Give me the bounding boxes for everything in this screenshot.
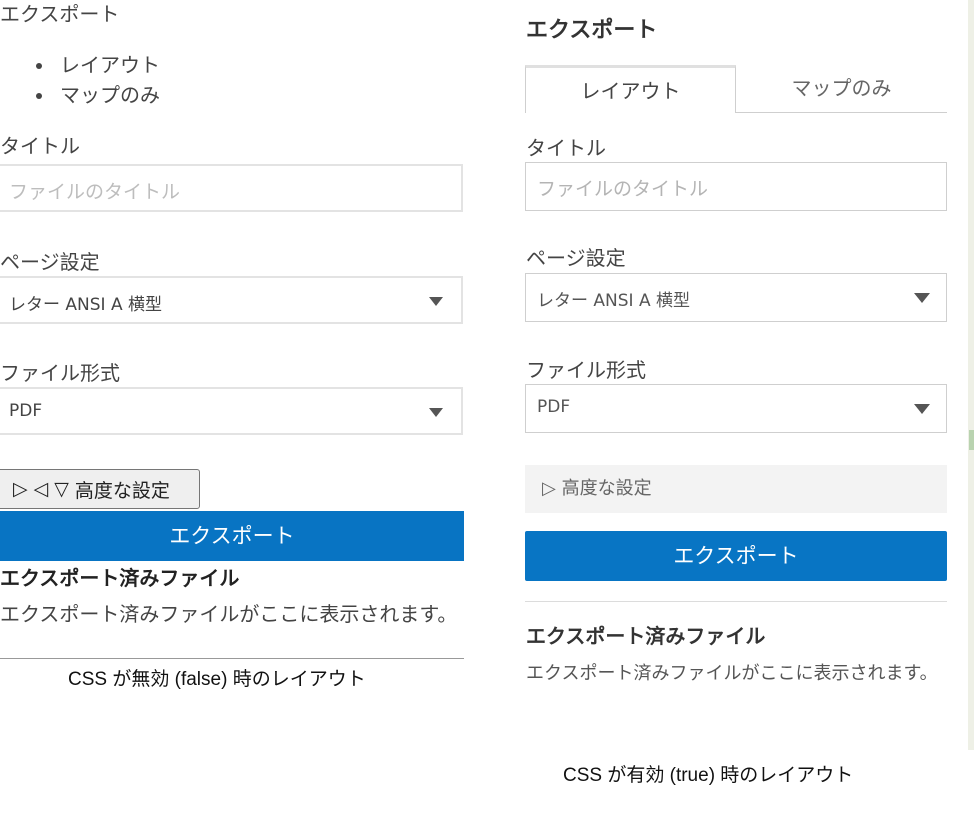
chevron-down-icon: [914, 404, 930, 414]
chevron-down-icon: [429, 408, 443, 417]
file-format-value: PDF: [9, 401, 43, 421]
map-background-edge: [968, 0, 974, 750]
advanced-settings-toggle[interactable]: ▷ 高度な設定: [525, 465, 947, 513]
chevron-right-icon: ▷: [542, 478, 556, 499]
divider: [0, 658, 464, 659]
export-button[interactable]: エクスポート: [0, 511, 464, 561]
exported-files-text: エクスポート済みファイルがここに表示されます。: [0, 602, 458, 626]
map-background-mark: [969, 430, 974, 450]
chevron-down-icon: [914, 293, 930, 303]
tab-layout[interactable]: レイアウト: [525, 65, 736, 113]
page-setup-value: レター ANSI A 横型: [537, 291, 690, 311]
exported-files-heading: エクスポート済みファイル: [0, 566, 240, 590]
list-item-map-only[interactable]: マップのみ: [0, 80, 160, 110]
file-format-select[interactable]: PDF: [0, 387, 463, 435]
triangle-markers-icon: ▷ ◁ ▽: [13, 478, 69, 500]
caption-css-enabled: CSS が有効 (true) 時のレイアウト: [563, 765, 854, 786]
exported-files-text: エクスポート済みファイルがここに表示されます。: [526, 663, 938, 684]
page-setup-select[interactable]: レター ANSI A 横型: [0, 276, 463, 324]
tab-map-only[interactable]: マップのみ: [736, 65, 947, 113]
export-panel-unstyled: エクスポート レイアウト マップのみ タイトル ファイルのタイトル ページ設定 …: [0, 0, 464, 660]
title-input[interactable]: ファイルのタイトル: [0, 164, 463, 212]
caption-css-disabled: CSS が無効 (false) 時のレイアウト: [68, 669, 366, 690]
file-format-label: ファイル形式: [0, 361, 120, 385]
export-button[interactable]: エクスポート: [525, 531, 947, 581]
page-setup-label: ページ設定: [0, 250, 100, 274]
list-item-layout[interactable]: レイアウト: [0, 50, 160, 80]
title-input-placeholder: ファイルのタイトル: [9, 181, 181, 203]
export-mode-list: レイアウト マップのみ: [0, 50, 160, 110]
page-setup-select[interactable]: レター ANSI A 横型: [525, 273, 947, 322]
file-format-select[interactable]: PDF: [525, 384, 947, 433]
divider: [525, 601, 947, 602]
title-input[interactable]: ファイルのタイトル: [525, 162, 947, 211]
title-label: タイトル: [0, 134, 80, 158]
file-format-value: PDF: [537, 397, 571, 417]
exported-files-heading: エクスポート済みファイル: [526, 624, 766, 648]
panel-title: エクスポート: [526, 18, 658, 43]
advanced-settings-button[interactable]: ▷ ◁ ▽ 高度な設定: [0, 469, 200, 509]
title-label: タイトル: [526, 136, 606, 160]
page-setup-label: ページ設定: [526, 246, 626, 270]
file-format-label: ファイル形式: [526, 358, 646, 382]
chevron-down-icon: [429, 297, 443, 306]
title-input-placeholder: ファイルのタイトル: [537, 178, 709, 200]
export-mode-tabs: レイアウト マップのみ: [525, 65, 947, 113]
advanced-settings-label: 高度な設定: [561, 478, 652, 499]
advanced-settings-label: 高度な設定: [74, 479, 170, 502]
panel-title: エクスポート: [0, 2, 120, 26]
page-setup-value: レター ANSI A 横型: [9, 295, 162, 315]
